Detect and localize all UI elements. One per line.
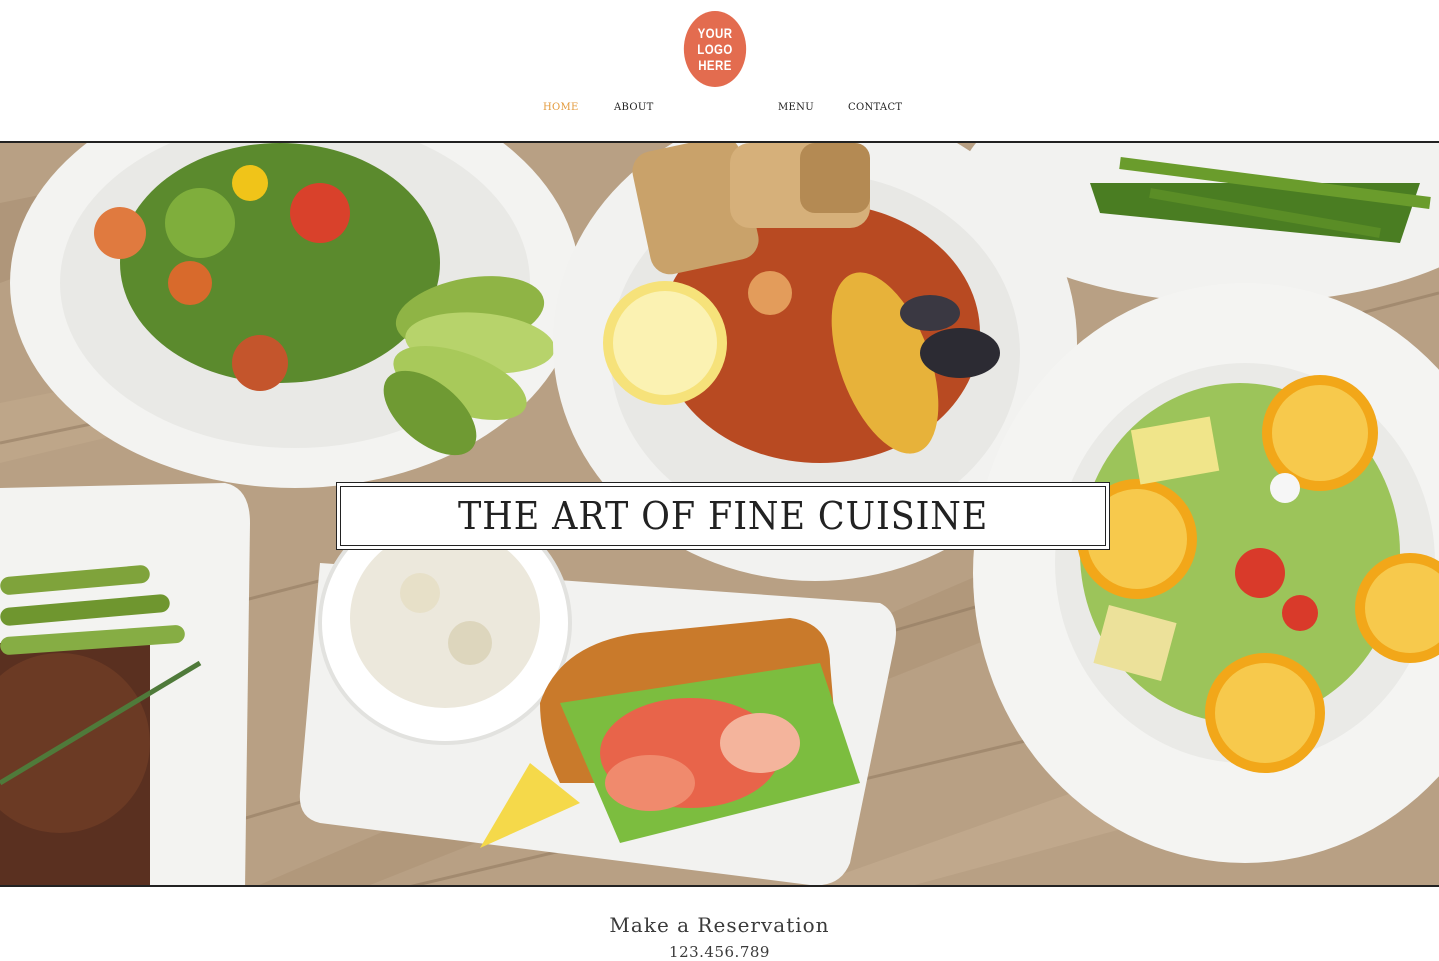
hero-tagline: THE ART OF FINE CUISINE	[457, 494, 989, 538]
tagline-box: THE ART OF FINE CUISINE	[336, 482, 1110, 550]
nav-about[interactable]: ABOUT	[614, 102, 654, 113]
site-logo[interactable]: YOUR LOGO HERE	[683, 11, 747, 87]
phone-number[interactable]: 123.456.789	[0, 943, 1439, 961]
hero-banner: THE ART OF FINE CUISINE	[0, 141, 1439, 887]
make-reservation-link[interactable]: Make a Reservation	[0, 913, 1439, 937]
logo-line-2: LOGO	[697, 41, 733, 57]
logo-line-3: HERE	[698, 57, 732, 73]
site-header: YOUR LOGO HERE HOME ABOUT MENU CONTACT	[0, 0, 1439, 141]
reservation-section: Make a Reservation 123.456.789	[0, 887, 1439, 961]
nav-contact[interactable]: CONTACT	[848, 102, 902, 113]
logo-line-1: YOUR	[697, 25, 733, 41]
main-nav: HOME ABOUT MENU CONTACT	[0, 102, 1439, 116]
nav-menu[interactable]: MENU	[778, 102, 814, 113]
nav-home[interactable]: HOME	[543, 102, 579, 113]
steak-plate	[0, 483, 250, 885]
